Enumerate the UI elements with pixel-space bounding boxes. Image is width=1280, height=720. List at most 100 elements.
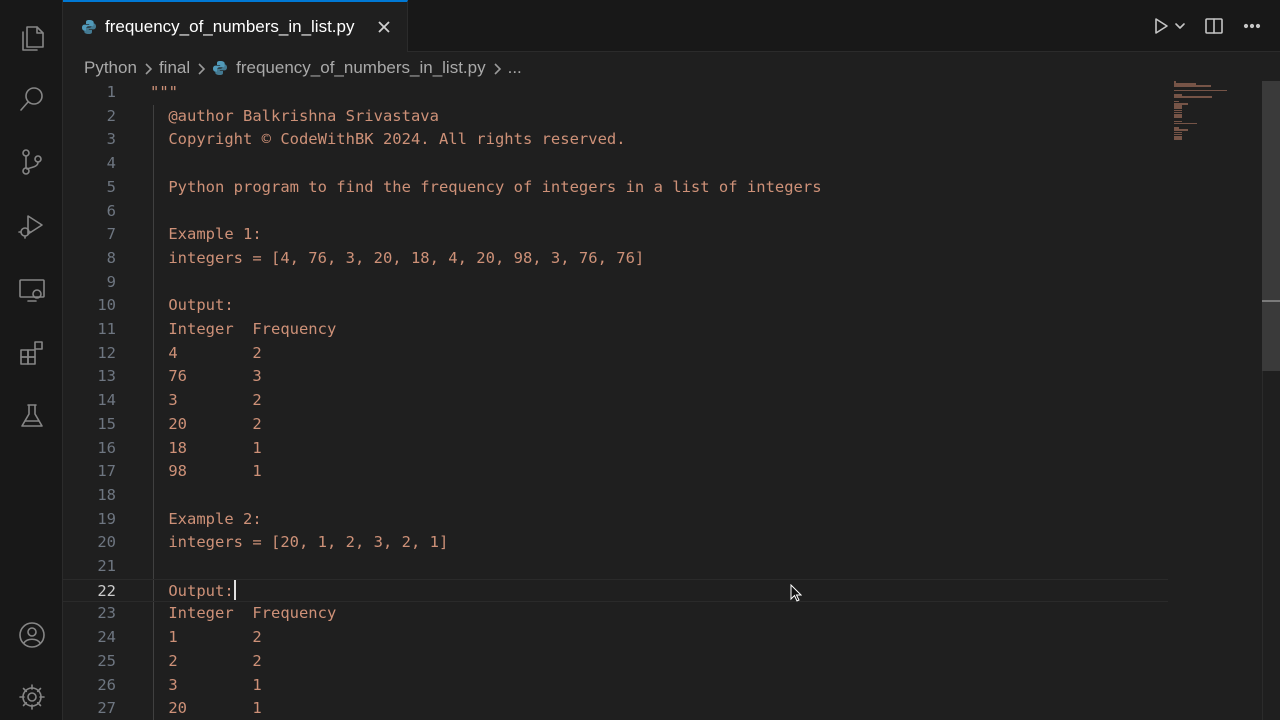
tab-label: frequency_of_numbers_in_list.py <box>105 17 355 36</box>
code-line[interactable]: 14 3 2 <box>63 389 1168 413</box>
chevron-right-icon <box>196 61 206 75</box>
code-line[interactable]: 4 <box>63 152 1168 176</box>
breadcrumb-item-file[interactable]: frequency_of_numbers_in_list.py <box>236 58 485 78</box>
code-text[interactable]: 18 1 <box>159 437 261 461</box>
text-cursor <box>233 579 236 600</box>
line-number: 15 <box>97 414 116 433</box>
line-number: 14 <box>97 391 116 410</box>
line-number: 12 <box>97 343 116 362</box>
code-line[interactable]: 18 <box>63 484 1168 508</box>
line-number: 20 <box>97 533 116 552</box>
code-text[interactable]: Integer Frequency <box>159 318 336 342</box>
line-number: 25 <box>97 651 116 670</box>
chevron-right-icon <box>143 61 153 75</box>
code-text[interactable]: 98 1 <box>159 460 261 484</box>
code-text[interactable]: 3 2 <box>159 389 261 413</box>
line-number: 2 <box>106 106 116 125</box>
code-line[interactable]: 23 Integer Frequency <box>63 602 1168 626</box>
explorer-icon[interactable] <box>0 12 63 64</box>
minimap-line <box>1174 116 1182 118</box>
code-line[interactable]: 13 76 3 <box>63 365 1168 389</box>
code-text[interactable]: 20 1 <box>159 697 261 720</box>
code-line[interactable]: 22 Output: <box>63 578 1168 604</box>
code-line[interactable]: 25 2 2 <box>63 650 1168 674</box>
line-number: 11 <box>97 320 116 338</box>
scrollbar-thumb[interactable] <box>1262 81 1280 371</box>
source-control-icon[interactable] <box>0 136 63 188</box>
testing-icon[interactable] <box>0 390 63 442</box>
settings-gear-icon[interactable] <box>0 671 63 720</box>
more-actions-icon[interactable] <box>1242 16 1262 36</box>
code-text[interactable]: Example 2: <box>159 508 261 532</box>
code-line[interactable]: 17 98 1 <box>63 460 1168 484</box>
code-text[interactable]: Example 1: <box>159 223 261 247</box>
code-line[interactable]: 21 <box>63 555 1168 579</box>
line-number: 24 <box>97 628 116 647</box>
close-icon[interactable] <box>375 18 393 36</box>
code-text[interactable]: 76 3 <box>159 365 261 389</box>
editor-tab[interactable]: frequency_of_numbers_in_list.py <box>63 0 408 52</box>
code-line[interactable]: 1 """ <box>63 81 1168 105</box>
minimap-line <box>1174 122 1197 125</box>
code-text[interactable]: 2 2 <box>159 650 261 674</box>
account-icon[interactable] <box>0 609 63 661</box>
code-text[interactable]: Python program to find the frequency of … <box>159 176 821 200</box>
minimap-line <box>1174 138 1182 140</box>
code-text[interactable]: integers = [4, 76, 3, 20, 18, 4, 20, 98,… <box>159 247 644 271</box>
code-line[interactable]: 15 20 2 <box>63 413 1168 437</box>
split-editor-icon[interactable] <box>1204 16 1224 36</box>
line-number: 23 <box>97 604 116 623</box>
code-text[interactable]: integers = [20, 1, 2, 3, 2, 1] <box>159 531 448 555</box>
code-line[interactable]: 7 Example 1: <box>63 223 1168 247</box>
code-line[interactable]: 3 Copyright © CodeWithBK 2024. All right… <box>63 128 1168 152</box>
breadcrumb-item-final[interactable]: final <box>159 58 190 78</box>
code-line[interactable]: 5 Python program to find the frequency o… <box>63 176 1168 200</box>
extensions-icon[interactable] <box>0 327 63 379</box>
line-number: 18 <box>97 485 116 504</box>
line-number: 8 <box>106 248 116 267</box>
code-text[interactable]: 1 2 <box>159 626 261 650</box>
remote-explorer-icon[interactable] <box>0 264 63 316</box>
code-text[interactable]: 4 2 <box>159 342 261 366</box>
line-number: 9 <box>106 272 116 291</box>
code-line[interactable]: 12 4 2 <box>63 342 1168 366</box>
run-file-icon[interactable] <box>1150 16 1170 36</box>
code-line[interactable]: 6 <box>63 200 1168 224</box>
code-line[interactable]: 27 20 1 <box>63 697 1168 720</box>
code-text[interactable]: @author Balkrishna Srivastava <box>159 105 439 129</box>
line-number: 5 <box>106 177 116 196</box>
minimap[interactable] <box>1170 81 1260 720</box>
line-number: 17 <box>97 462 116 481</box>
code-line[interactable]: 8 integers = [4, 76, 3, 20, 18, 4, 20, 9… <box>63 247 1168 271</box>
line-number: 19 <box>97 509 116 528</box>
code-text[interactable]: Output: <box>159 294 233 318</box>
code-line[interactable]: 10 Output: <box>63 294 1168 318</box>
breadcrumb-item-python[interactable]: Python <box>84 58 137 78</box>
code-line[interactable]: 19 Example 2: <box>63 508 1168 532</box>
line-number: 6 <box>106 201 116 220</box>
line-number: 16 <box>97 438 116 457</box>
code-line[interactable]: 2 @author Balkrishna Srivastava <box>63 105 1168 129</box>
code-line[interactable]: 24 1 2 <box>63 626 1168 650</box>
breadcrumb: Python final frequency_of_numbers_in_lis… <box>84 55 522 81</box>
code-line[interactable]: 20 integers = [20, 1, 2, 3, 2, 1] <box>63 531 1168 555</box>
search-icon[interactable] <box>0 73 63 125</box>
code-text[interactable]: 3 1 <box>159 674 261 698</box>
code-text[interactable]: Copyright © CodeWithBK 2024. All rights … <box>159 128 625 152</box>
code-text[interactable]: """ <box>150 81 178 105</box>
editor-actions <box>1150 0 1262 52</box>
line-number: 22 <box>97 581 116 600</box>
code-editor[interactable]: 1 """ 2 @author Balkrishna Srivastava 3 Cop… <box>63 81 1263 720</box>
run-debug-icon[interactable] <box>0 200 63 252</box>
code-line[interactable]: 9 <box>63 271 1168 295</box>
code-line[interactable]: 16 18 1 <box>63 437 1168 461</box>
breadcrumb-item-symbols[interactable]: ... <box>508 58 522 78</box>
code-text[interactable]: Output: <box>159 579 236 604</box>
code-line[interactable]: 26 3 1 <box>63 674 1168 698</box>
code-text[interactable]: Integer Frequency <box>159 602 336 626</box>
code-line[interactable]: 11 Integer Frequency <box>63 318 1168 342</box>
line-number: 3 <box>106 130 116 149</box>
code-text[interactable]: 20 2 <box>159 413 261 437</box>
mouse-pointer-icon <box>790 584 802 602</box>
chevron-down-icon[interactable] <box>1174 16 1186 36</box>
